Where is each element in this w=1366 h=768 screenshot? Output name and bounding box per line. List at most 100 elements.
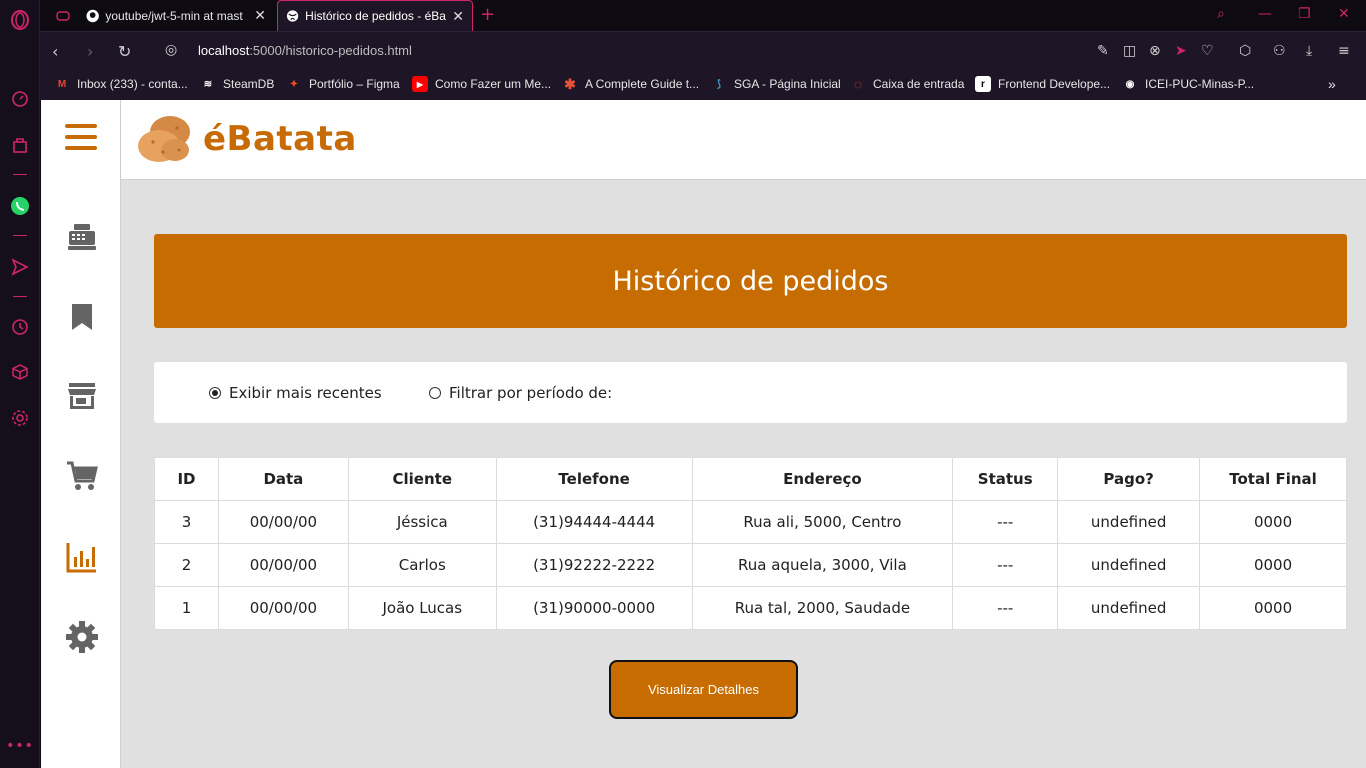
table-row[interactable]: 2 00/00/00 Carlos (31)92222-2222 Rua aqu… [154, 543, 1347, 587]
close-tab-icon[interactable]: ✕ [254, 7, 266, 24]
cart-icon[interactable] [65, 459, 99, 493]
hamburger-menu-icon[interactable] [65, 124, 97, 156]
search-icon[interactable]: ⌕ [1217, 6, 1225, 22]
address-bar: ‹ › ↻ ◎ localhost:5000/historico-pedidos… [40, 31, 1366, 69]
column-header: ID [154, 457, 219, 501]
settings-icon[interactable] [65, 620, 99, 654]
view-details-button[interactable]: Visualizar Detalhes [609, 660, 798, 719]
close-window-icon[interactable]: ✕ [1338, 6, 1350, 22]
bookmark-sga[interactable]: ⟆ SGA - Página Inicial [711, 76, 841, 92]
cell-status: --- [952, 543, 1059, 587]
close-tab-icon[interactable]: ✕ [452, 8, 464, 25]
whatsapp-icon[interactable] [10, 196, 30, 216]
new-tab-icon[interactable]: + [480, 4, 495, 25]
steamdb-icon: ≋ [203, 78, 213, 90]
brand-logo[interactable]: éBatata [137, 112, 357, 166]
flow-send-icon[interactable]: ➤ [1175, 43, 1187, 59]
table-row[interactable]: 1 00/00/00 João Lucas (31)90000-0000 Rua… [154, 586, 1347, 630]
bookmark-youtube[interactable]: ▶ Como Fazer um Me... [412, 76, 551, 92]
table-row[interactable]: 3 00/00/00 Jéssica (31)94444-4444 Rua al… [154, 500, 1347, 544]
page-title-banner: Histórico de pedidos [154, 234, 1347, 328]
table-header-row: ID Data Cliente Telefone Endereço Status… [154, 457, 1347, 501]
history-icon[interactable] [10, 317, 30, 337]
brand-name: éBatata [203, 119, 357, 159]
globe-icon [286, 10, 299, 22]
opera-logo-icon[interactable] [8, 8, 32, 32]
cell-status: --- [952, 500, 1059, 544]
column-header: Endereço [691, 457, 954, 501]
cell-paid: undefined [1057, 500, 1201, 544]
cell-status: --- [952, 586, 1059, 630]
snapshot-icon[interactable]: ◫ [1123, 43, 1136, 59]
bookmark-frontend[interactable]: r Frontend Develope... [975, 76, 1110, 92]
back-icon[interactable]: ‹ [52, 42, 58, 61]
reports-chart-icon[interactable] [65, 540, 99, 574]
cell-address: Rua tal, 2000, Saudade [691, 586, 954, 630]
tab-youtube[interactable]: youtube/jwt-5-min at mast ✕ [78, 0, 274, 31]
workspace-icon[interactable] [48, 0, 78, 31]
radio-recent-label: Exibir mais recentes [229, 384, 382, 402]
site-info-globe-icon[interactable]: ◎ [165, 42, 177, 58]
bookmark-icei[interactable]: ◉ ICEI-PUC-Minas-P... [1122, 76, 1255, 92]
bookmark-guide[interactable]: ✱ A Complete Guide t... [562, 76, 699, 92]
cell-date: 00/00/00 [217, 586, 349, 630]
sga-icon: ⟆ [717, 78, 721, 90]
radio-period-label: Filtrar por período de: [449, 384, 613, 402]
cell-id: 3 [154, 500, 219, 544]
youtube-icon: ▶ [412, 76, 428, 92]
cube-icon[interactable]: ⬡ [1239, 43, 1251, 59]
more-bookmarks-icon[interactable]: » [1328, 76, 1336, 92]
profile-icon[interactable]: ⚇ [1273, 43, 1286, 59]
easy-setup-icon[interactable]: ≡ [1338, 43, 1350, 59]
adblock-icon[interactable]: ⊗ [1149, 43, 1161, 59]
forward-icon[interactable]: › [87, 42, 93, 61]
cell-phone: (31)90000-0000 [495, 586, 693, 630]
speed-dial-icon[interactable] [10, 89, 30, 109]
page-viewport: éBatata Histórico de pedidos Exibir mais… [41, 100, 1366, 768]
settings-gear-icon[interactable] [10, 408, 30, 428]
store-icon[interactable] [65, 379, 99, 413]
cell-total: 0000 [1199, 586, 1347, 630]
heart-icon[interactable]: ♡ [1201, 43, 1214, 59]
cash-register-icon[interactable] [65, 220, 99, 254]
radio-recent-option[interactable]: Exibir mais recentes [209, 384, 382, 402]
radio-period[interactable] [429, 387, 441, 399]
bookmark-caixa[interactable]: ◌ Caixa de entrada [850, 76, 965, 92]
send-icon[interactable] [10, 257, 30, 277]
github-icon: ◉ [1125, 78, 1135, 90]
cell-phone: (31)94444-4444 [495, 500, 693, 544]
column-header: Status [952, 457, 1059, 501]
app-sidebar [41, 100, 121, 768]
frontend-icon: r [975, 76, 991, 92]
shopping-icon[interactable] [10, 135, 30, 155]
radio-recent[interactable] [209, 387, 221, 399]
bookmark-steamdb[interactable]: ≋ SteamDB [200, 76, 275, 92]
tab-title: youtube/jwt-5-min at mast [105, 8, 243, 23]
url-field[interactable]: localhost:5000/historico-pedidos.html [198, 43, 412, 58]
radio-period-option[interactable]: Filtrar por período de: [429, 384, 612, 402]
more-options-icon[interactable]: ••• [6, 736, 33, 756]
figma-icon: ✦ [289, 78, 299, 90]
cell-client: Carlos [347, 543, 497, 587]
minimize-icon[interactable]: — [1258, 6, 1272, 22]
restore-icon[interactable]: ❐ [1298, 6, 1311, 22]
column-header: Telefone [495, 457, 693, 501]
column-header: Data [217, 457, 349, 501]
page-title: Histórico de pedidos [612, 265, 889, 297]
bookmarks-bar: M Inbox (233) - conta... ≋ SteamDB ✦ Portfó… [40, 69, 1366, 100]
column-header: Total Final [1199, 457, 1347, 501]
cell-date: 00/00/00 [217, 543, 349, 587]
download-icon[interactable]: ⤓ [1306, 43, 1312, 59]
edit-icon[interactable]: ✎ [1097, 43, 1109, 59]
bookmark-icon[interactable] [65, 300, 99, 334]
github-icon [86, 9, 99, 22]
cell-total: 0000 [1199, 500, 1347, 544]
bookmark-gmail[interactable]: M Inbox (233) - conta... [54, 76, 188, 92]
tab-strip: youtube/jwt-5-min at mast ✕ Histórico de… [40, 0, 1366, 31]
extensions-cube-icon[interactable] [10, 362, 30, 382]
reload-icon[interactable]: ↻ [118, 42, 131, 61]
tab-historico[interactable]: Histórico de pedidos - éBat ✕ [277, 0, 473, 31]
cell-client: João Lucas [347, 586, 497, 630]
bookmark-figma[interactable]: ✦ Portfólio – Figma [286, 76, 400, 92]
column-header: Cliente [347, 457, 497, 501]
